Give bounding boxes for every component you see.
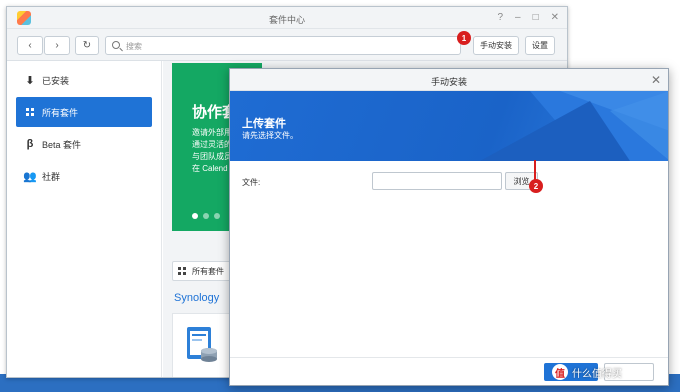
close-icon[interactable]: ✕ xyxy=(651,73,661,87)
help-icon[interactable]: ? xyxy=(497,12,503,23)
dialog-header-subtitle: 请先选择文件。 xyxy=(242,131,298,140)
minimize-icon[interactable]: – xyxy=(515,12,521,23)
carousel-dots xyxy=(192,213,220,219)
refresh-button[interactable]: ↻ xyxy=(75,36,99,55)
search-placeholder: 搜索 xyxy=(126,42,142,51)
dialog-title: 手动安装 xyxy=(430,77,467,87)
sidebar-item-label: 社群 xyxy=(42,171,61,182)
desktop: 套件中心 ? – □ ✕ ‹ › ↻ 搜索 手动安装 设置 ⬇ 已安装 所有套件… xyxy=(0,0,680,392)
download-icon: ⬇ xyxy=(25,74,35,87)
manual-install-dialog: 手动安装 ✕ 上传套件 请先选择文件。 文件: 浏览 xyxy=(229,68,669,386)
carousel-dot[interactable] xyxy=(192,213,198,219)
community-icon: 👥 xyxy=(23,170,37,183)
carousel-dot[interactable] xyxy=(214,213,220,219)
grid-icon xyxy=(24,106,36,118)
dialog-titlebar: 手动安装 ✕ xyxy=(230,69,668,91)
all-packages-tab[interactable]: 所有套件 xyxy=(172,261,232,281)
watermark-text: 什么值得买 xyxy=(572,368,622,380)
window-title: 套件中心 xyxy=(268,15,305,25)
header-decoration xyxy=(480,91,668,161)
refresh-icon: ↻ xyxy=(82,40,92,51)
carousel-dot[interactable] xyxy=(203,213,209,219)
package-card[interactable] xyxy=(172,313,232,377)
step-1-badge: 1 xyxy=(457,31,471,45)
sidebar-item-all-packages[interactable]: 所有套件 xyxy=(16,97,152,127)
sidebar-item-label: 所有套件 xyxy=(42,107,79,118)
window-controls: ? – □ ✕ xyxy=(497,12,559,23)
file-path-input[interactable] xyxy=(372,172,502,190)
vendor-heading: Synology xyxy=(174,292,220,304)
grid-icon xyxy=(178,267,186,275)
all-packages-tab-label: 所有套件 xyxy=(192,266,224,276)
banner-line: 在 Calend xyxy=(192,164,228,173)
package-icon xyxy=(187,327,217,362)
sidebar-item-beta[interactable]: β Beta 套件 xyxy=(16,129,152,159)
sidebar-item-label: 已安装 xyxy=(42,75,70,86)
sidebar-item-label: Beta 套件 xyxy=(42,139,82,150)
banner-line: 与团队成员 xyxy=(192,152,232,161)
toolbar: ‹ › ↻ 搜索 手动安装 设置 xyxy=(7,29,567,61)
file-label: 文件: xyxy=(242,178,261,187)
search-field[interactable]: 搜索 xyxy=(105,36,461,55)
beta-icon: β xyxy=(26,138,34,150)
back-button[interactable]: ‹ xyxy=(17,36,43,55)
sidebar-item-installed[interactable]: ⬇ 已安装 xyxy=(16,65,152,95)
sidebar: ⬇ 已安装 所有套件 β Beta 套件 👥 社群 xyxy=(7,61,162,377)
window-titlebar: 套件中心 ? – □ ✕ xyxy=(7,7,567,29)
manual-install-button[interactable]: 手动安装 xyxy=(473,36,519,55)
forward-button[interactable]: › xyxy=(44,36,70,55)
step-2-badge: 2 xyxy=(529,179,543,193)
banner-line: 通过灵活的 xyxy=(192,140,232,149)
dialog-header: 上传套件 请先选择文件。 xyxy=(230,91,668,161)
watermark: 值 什么值得买 xyxy=(552,364,622,380)
banner-line: 邀请外部用 xyxy=(192,128,232,137)
sidebar-item-community[interactable]: 👥 社群 xyxy=(16,161,152,191)
chevron-left-icon: ‹ xyxy=(28,40,32,51)
settings-button[interactable]: 设置 xyxy=(525,36,555,55)
dialog-header-title: 上传套件 xyxy=(242,118,286,130)
chevron-right-icon: › xyxy=(55,40,59,51)
watermark-logo: 值 xyxy=(552,364,568,380)
search-icon xyxy=(112,41,120,49)
close-icon[interactable]: ✕ xyxy=(551,12,559,23)
maximize-icon[interactable]: □ xyxy=(533,12,539,23)
